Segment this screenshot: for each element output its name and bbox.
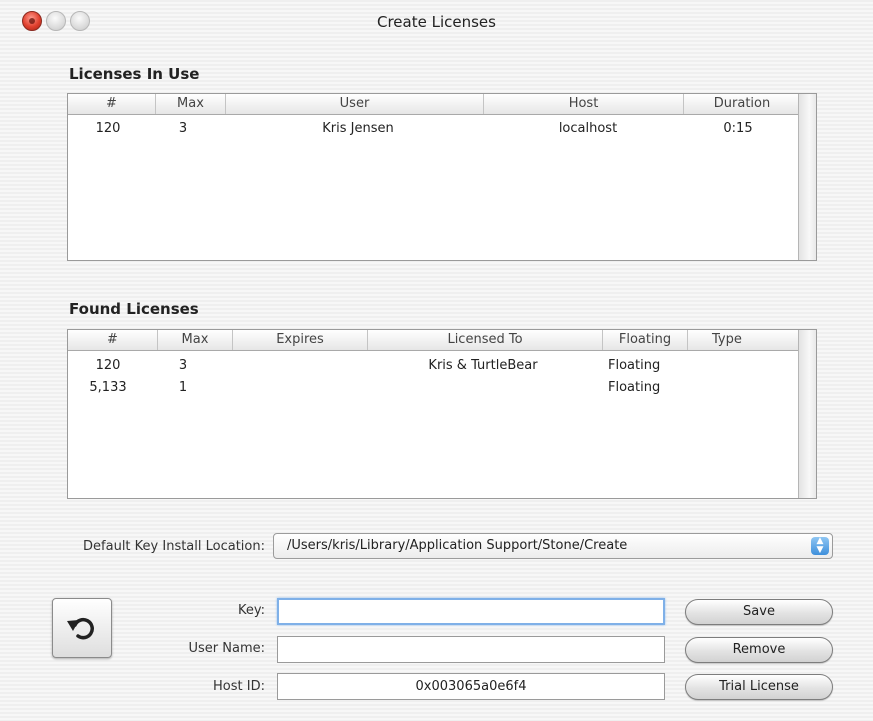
table-cell: localhost	[558, 121, 618, 136]
window-title: Create Licenses	[377, 13, 496, 31]
undo-arrow-icon	[67, 617, 94, 640]
remove-button[interactable]: Remove	[685, 637, 833, 663]
table-header: # Max User Host Duration	[68, 94, 798, 115]
key-field[interactable]	[277, 598, 665, 625]
column-header[interactable]: #	[68, 94, 156, 114]
column-header[interactable]: Duration	[684, 94, 800, 114]
found-licenses-label: Found Licenses	[69, 300, 199, 318]
table-cell: Floating	[608, 380, 661, 395]
column-header[interactable]: User	[226, 94, 484, 114]
table-cell: 5,133	[89, 380, 127, 395]
vertical-scrollbar[interactable]	[798, 94, 816, 260]
licenses-in-use-table[interactable]: # Max User Host Duration 120 3 Kris Jens…	[67, 93, 817, 261]
trial-license-button[interactable]: Trial License	[685, 674, 833, 700]
table-cell: 120	[95, 358, 121, 373]
install-location-label: Default Key Install Location:	[83, 539, 265, 554]
host-id-label: Host ID:	[213, 679, 265, 694]
table-cell: Kris Jensen	[322, 121, 394, 136]
table-cell: Kris & TurtleBear	[428, 358, 538, 373]
reset-button[interactable]	[52, 598, 112, 658]
save-button[interactable]: Save	[685, 599, 833, 625]
column-header[interactable]: Floating	[603, 330, 688, 350]
key-label: Key:	[237, 603, 265, 618]
user-name-label: User Name:	[188, 641, 266, 656]
table-cell: 1	[178, 380, 188, 395]
vertical-scrollbar[interactable]	[798, 330, 816, 498]
found-licenses-table[interactable]: # Max Expires Licensed To Floating Type …	[67, 329, 817, 499]
install-location-popup[interactable]: /Users/kris/Library/Application Support/…	[273, 533, 833, 559]
install-location-value: /Users/kris/Library/Application Support/…	[287, 538, 628, 553]
table-cell: Floating	[608, 358, 661, 373]
table-header: # Max Expires Licensed To Floating Type	[68, 330, 798, 351]
licenses-in-use-label: Licenses In Use	[69, 65, 200, 83]
host-id-field: 0x003065a0e6f4	[277, 673, 665, 700]
column-header[interactable]: Type	[688, 330, 800, 350]
user-name-field[interactable]	[277, 636, 665, 663]
column-header[interactable]: Licensed To	[368, 330, 603, 350]
popup-arrows-icon: ▲ ▼	[811, 537, 829, 555]
table-cell: 0:15	[723, 121, 753, 136]
column-header[interactable]: Max	[156, 94, 226, 114]
table-cell: 3	[178, 358, 188, 373]
table-cell: 3	[178, 121, 188, 136]
title-bar: Create Licenses	[0, 0, 873, 46]
column-header[interactable]: Host	[484, 94, 684, 114]
column-header[interactable]: Expires	[233, 330, 368, 350]
column-header[interactable]: #	[68, 330, 158, 350]
table-cell: 120	[95, 121, 121, 136]
column-header[interactable]: Max	[158, 330, 233, 350]
